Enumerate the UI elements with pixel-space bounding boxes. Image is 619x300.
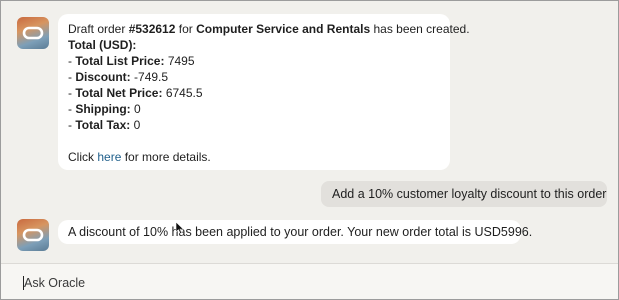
total-net-price-value: 6745.5 (162, 86, 203, 100)
mouse-pointer-icon (175, 221, 185, 235)
order-created-line: Draft order #532612 for Computer Service… (68, 21, 470, 37)
discount-value: -749.5 (130, 70, 169, 84)
shipping-label: Shipping: (75, 102, 131, 116)
assistant-message-discount-applied: A discount of 10% has been applied to yo… (58, 220, 532, 244)
user-message: Add a 10% customer loyalty discount to t… (321, 181, 607, 207)
customer-name: Computer Service and Rentals (196, 22, 371, 36)
total-list-price-value: 7495 (164, 54, 195, 68)
shipping-line: - Shipping: 0 (68, 101, 440, 117)
order-middle-text: for (175, 22, 197, 36)
assistant-avatar (17, 17, 49, 49)
total-heading: Total (USD): (68, 38, 137, 52)
total-net-price-label: Total Net Price: (75, 86, 163, 100)
details-prefix-text: Click (68, 150, 98, 164)
ask-oracle-input[interactable] (24, 273, 584, 293)
oracle-logo-icon (22, 26, 44, 40)
order-prefix-text: Draft order (68, 22, 129, 36)
total-tax-label: Total Tax: (75, 118, 131, 132)
total-list-price-line: - Total List Price: 7495 (68, 53, 440, 69)
total-list-price-label: Total List Price: (75, 54, 165, 68)
order-suffix-text: has been created. (370, 22, 470, 36)
oracle-logo-icon (22, 228, 44, 242)
shipping-value: 0 (130, 102, 141, 116)
discount-line: - Discount: -749.5 (68, 69, 440, 85)
assistant-avatar (17, 219, 49, 251)
total-tax-value: 0 (130, 118, 141, 132)
details-suffix-text: for more details. (121, 150, 211, 164)
total-net-price-line: - Total Net Price: 6745.5 (68, 85, 440, 101)
details-line: Click here for more details. (68, 149, 440, 165)
discount-label: Discount: (75, 70, 131, 84)
total-heading-line: Total (USD): (68, 37, 440, 53)
assistant-message-draft-order: Draft order #532612 for Computer Service… (58, 14, 470, 170)
order-number: #532612 (128, 22, 176, 36)
details-link[interactable]: here (97, 150, 121, 164)
total-tax-line: - Total Tax: 0 (68, 117, 440, 133)
